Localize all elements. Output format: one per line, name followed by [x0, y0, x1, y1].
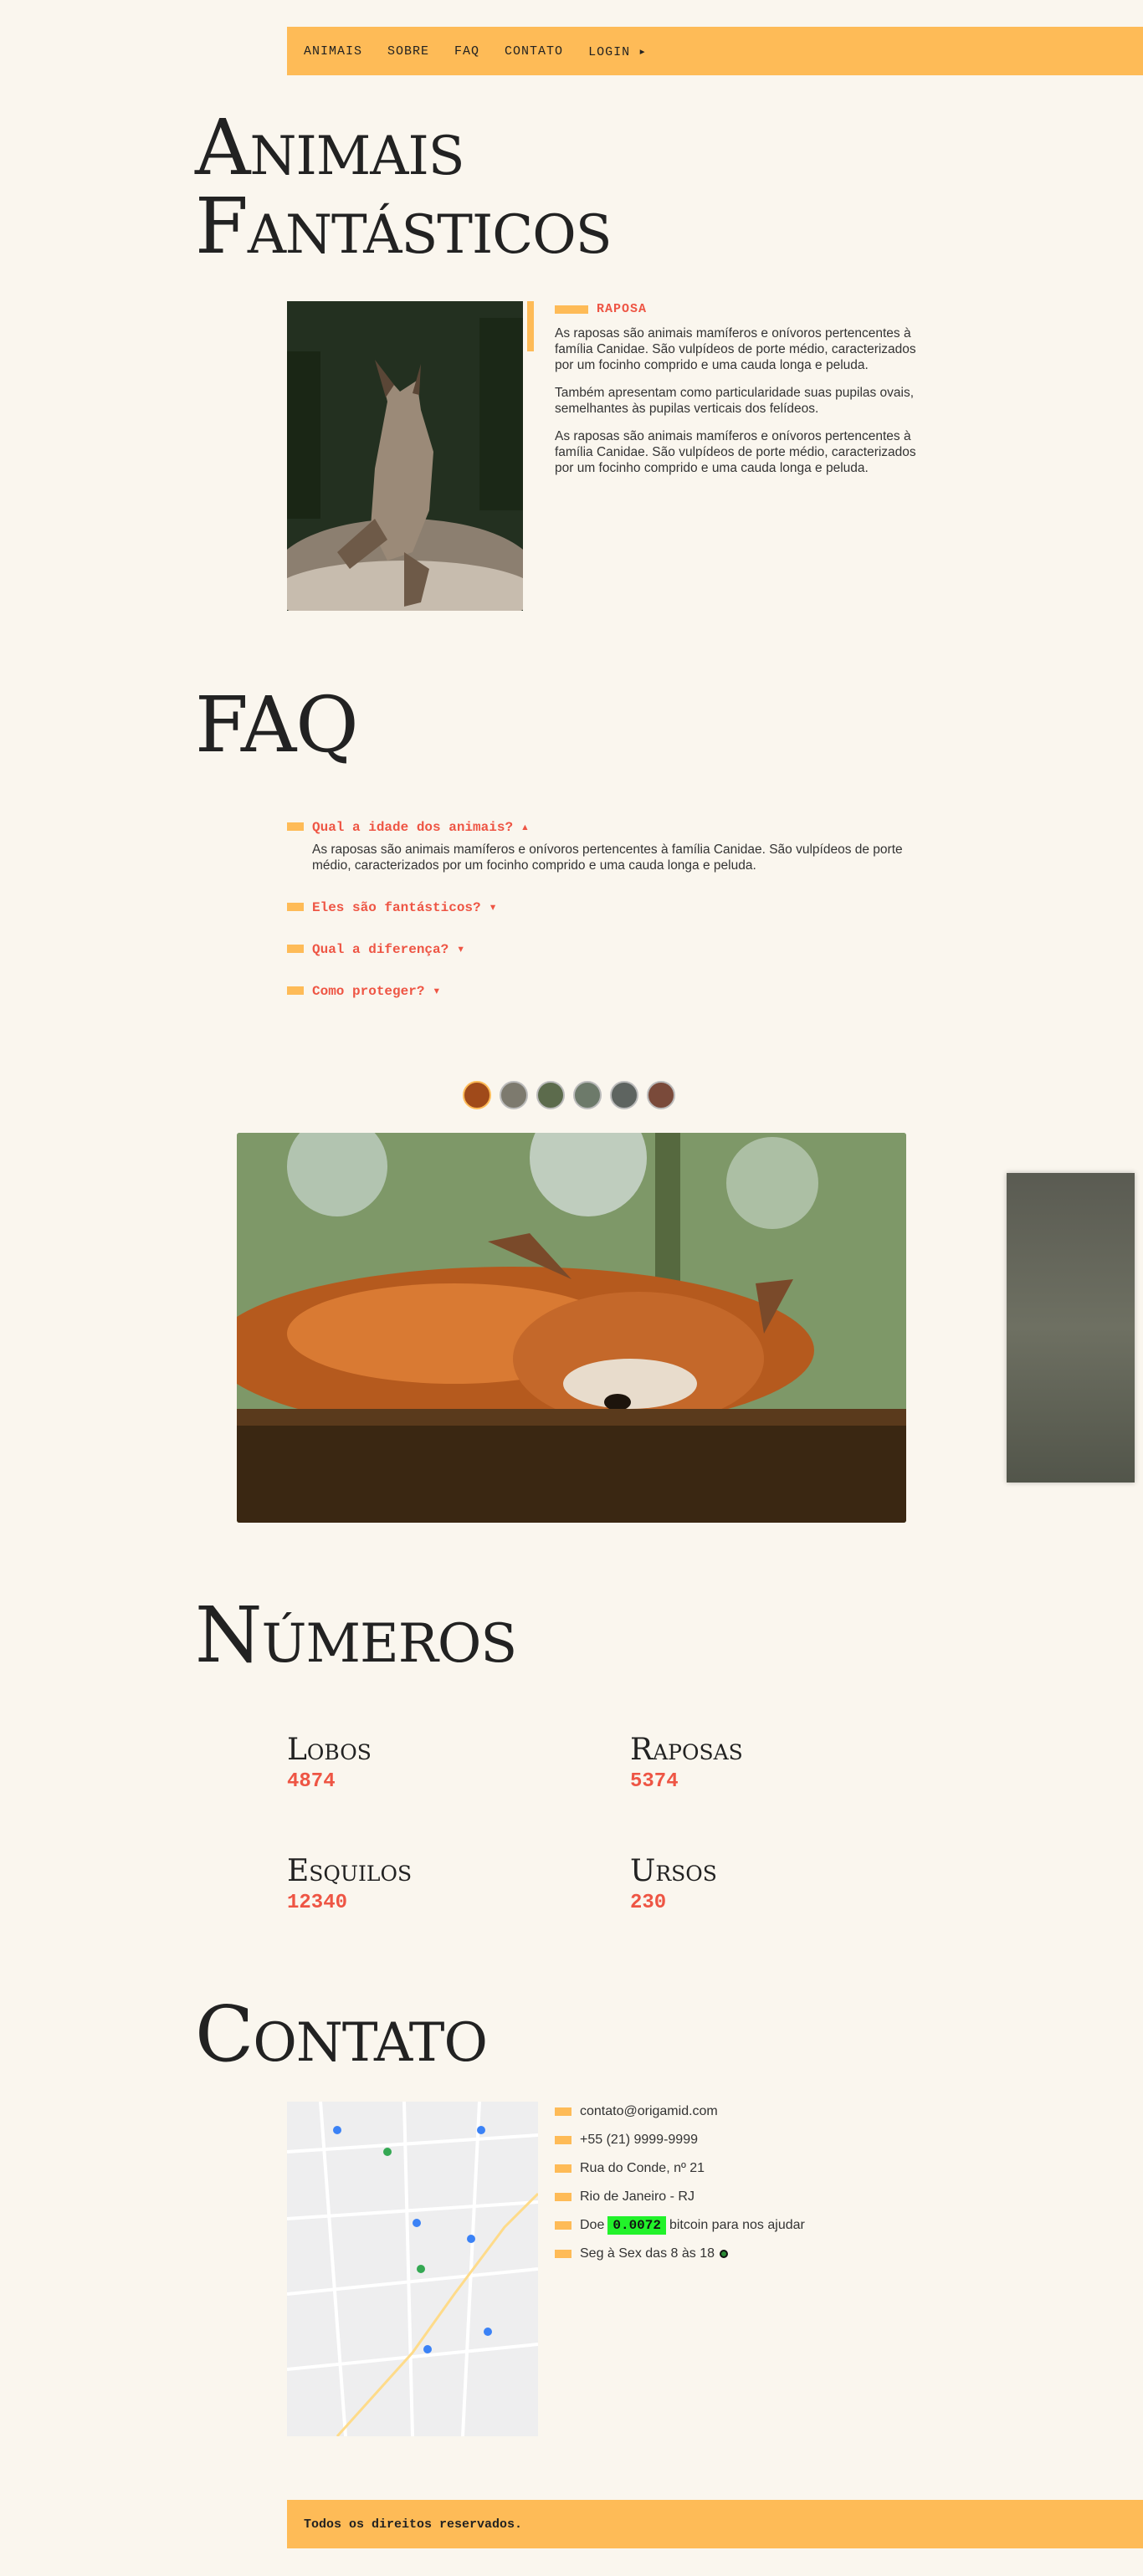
faq-bar-icon	[287, 822, 304, 831]
slider-thumbnails	[463, 1081, 684, 1109]
stat-value: 5374	[630, 1770, 679, 1793]
faq-item: Eles são fantásticos? ▾	[287, 899, 940, 915]
contact-bar-icon	[555, 2164, 572, 2173]
faq-question[interactable]: Como proteger? ▾	[287, 982, 940, 999]
animais-title: Animais Fantásticos	[195, 109, 613, 266]
bitcoin-amount: 0.0072	[607, 2216, 666, 2235]
faq-question[interactable]: Qual a idade dos animais? ▴	[287, 818, 940, 835]
nav-link-sobre[interactable]: SOBRE	[387, 44, 429, 59]
slider-thumb-3[interactable]	[536, 1081, 565, 1109]
animal-label-row: RAPOSA	[555, 301, 931, 317]
animais-title-line1: Animais	[195, 103, 465, 192]
stat-label: Lobos	[287, 1733, 372, 1767]
contact-donate-row: Doe 0.0072 bitcoin para nos ajudar	[555, 2211, 805, 2240]
contact-bar-icon	[555, 2221, 572, 2230]
stat-label: Esquilos	[287, 1854, 413, 1888]
label-bar-icon	[555, 305, 588, 314]
faq-bar-icon	[287, 986, 304, 995]
stat-raposas: Raposas 5374	[630, 1733, 881, 1794]
stat-ursos: Ursos 230	[630, 1854, 881, 1915]
slide-next-preview[interactable]	[1007, 1173, 1135, 1483]
slider-thumb-4[interactable]	[573, 1081, 602, 1109]
contact-bar-icon	[555, 2250, 572, 2258]
slider-thumb-5[interactable]	[610, 1081, 638, 1109]
faq-question[interactable]: Qual a diferença? ▾	[287, 940, 940, 957]
animal-paragraph: As raposas são animais mamíferos e onívo…	[555, 429, 916, 475]
faq-answer: As raposas são animais mamíferos e onívo…	[312, 842, 903, 873]
stat-lobos: Lobos 4874	[287, 1733, 538, 1794]
faq-question-text[interactable]: Qual a diferença? ▾	[312, 940, 464, 957]
contact-hours: Seg à Sex das 8 às 18	[580, 2246, 715, 2261]
footer-text: Todos os direitos reservados.	[304, 2517, 523, 2532]
faq-title: FAQ	[195, 680, 359, 770]
faq-bar-icon	[287, 903, 304, 911]
photo-accent-bar	[527, 301, 534, 351]
slider-thumb-6[interactable]	[647, 1081, 675, 1109]
contact-email-row: contato@origamid.com	[555, 2097, 805, 2126]
main-nav: ANIMAIS SOBRE FAQ CONTATO LOGIN ▸	[287, 27, 1143, 75]
contact-hours-row: Seg à Sex das 8 às 18	[555, 2240, 805, 2268]
stat-value: 230	[630, 1892, 667, 1914]
contact-phone-row: +55 (21) 9999-9999	[555, 2126, 805, 2154]
faq-question[interactable]: Eles são fantásticos? ▾	[287, 899, 940, 915]
stat-label: Ursos	[630, 1854, 717, 1888]
stat-value: 12340	[287, 1892, 348, 1914]
contato-title: Contato	[195, 1990, 488, 2079]
faq-item: Qual a diferença? ▾	[287, 940, 940, 957]
nav-link-login[interactable]: LOGIN ▸	[588, 44, 647, 59]
contact-city: Rio de Janeiro - RJ	[580, 2189, 695, 2204]
contact-bar-icon	[555, 2107, 572, 2116]
nav-link-faq[interactable]: FAQ	[454, 44, 479, 59]
faq-question-text[interactable]: Como proteger? ▾	[312, 982, 441, 999]
numeros-title: Números	[195, 1590, 517, 1680]
contact-address: Rua do Conde, nº 21	[580, 2161, 705, 2175]
faq-question-text[interactable]: Qual a idade dos animais? ▴	[312, 818, 529, 835]
animal-paragraph: As raposas são animais mamíferos e onívo…	[555, 326, 916, 372]
map-illustration	[287, 2102, 538, 2436]
donate-prefix: Doe	[580, 2218, 605, 2232]
stat-label: Raposas	[630, 1733, 743, 1767]
faq-question-text[interactable]: Eles são fantásticos? ▾	[312, 899, 497, 915]
animais-title-line2: Fantásticos	[195, 182, 613, 271]
donate-suffix: bitcoin para nos ajudar	[669, 2218, 805, 2232]
contact-bar-icon	[555, 2193, 572, 2201]
contact-info-list: contato@origamid.com +55 (21) 9999-9999 …	[555, 2097, 805, 2268]
slider-thumb-2[interactable]	[500, 1081, 528, 1109]
faq-item: Como proteger? ▾	[287, 982, 940, 999]
nav-link-animais[interactable]: ANIMAIS	[304, 44, 362, 59]
animal-paragraph: Também apresentam como particularidade s…	[555, 386, 915, 416]
nav-link-contato[interactable]: CONTATO	[505, 44, 563, 59]
slider-thumb-1[interactable]	[463, 1081, 491, 1109]
animal-description: RAPOSA As raposas são animais mamíferos …	[555, 301, 931, 488]
contact-address-row: Rua do Conde, nº 21	[555, 2154, 805, 2183]
slide-current-image[interactable]	[237, 1133, 906, 1523]
footer: Todos os direitos reservados.	[287, 2500, 1143, 2548]
stat-value: 4874	[287, 1770, 336, 1793]
fox-illustration	[287, 301, 523, 611]
faq-list: Qual a idade dos animais? ▴ As raposas s…	[287, 818, 940, 1024]
animal-label: RAPOSA	[597, 302, 648, 316]
faq-bar-icon	[287, 945, 304, 953]
contact-bar-icon	[555, 2136, 572, 2144]
contact-phone[interactable]: +55 (21) 9999-9999	[580, 2133, 698, 2148]
faq-item: Qual a idade dos animais? ▴ As raposas s…	[287, 818, 940, 873]
contact-email[interactable]: contato@origamid.com	[580, 2104, 718, 2119]
location-map[interactable]	[287, 2102, 538, 2436]
open-status-icon	[720, 2250, 728, 2258]
sleeping-fox-illustration	[237, 1133, 906, 1523]
stat-esquilos: Esquilos 12340	[287, 1854, 538, 1915]
fox-photo	[287, 301, 523, 611]
contact-city-row: Rio de Janeiro - RJ	[555, 2183, 805, 2211]
